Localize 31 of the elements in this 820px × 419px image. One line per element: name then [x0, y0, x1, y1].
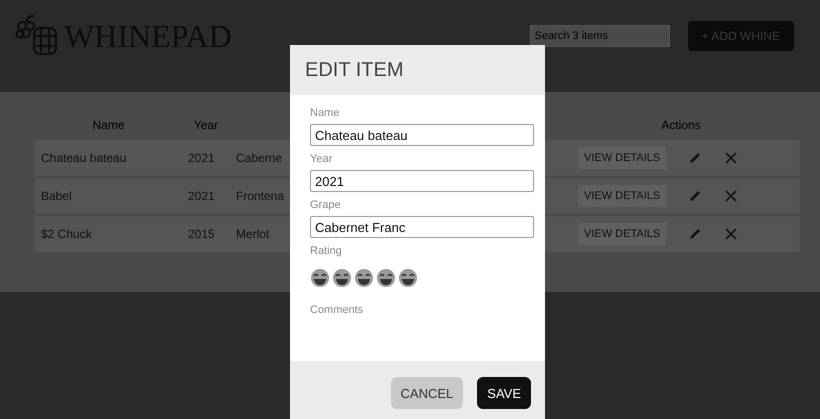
table-cell: 2021	[182, 140, 230, 176]
laughing-face-icon[interactable]	[398, 268, 418, 288]
table-cell: $2 Chuck	[35, 216, 182, 252]
laughing-face-icon[interactable]	[310, 268, 330, 288]
dialog-title: EDIT ITEM	[305, 58, 404, 82]
edit-pencil-icon[interactable]	[688, 227, 702, 241]
delete-x-icon[interactable]	[724, 227, 738, 241]
field-label: Comments	[310, 304, 364, 316]
table-cell: 2021	[182, 178, 230, 214]
input-field[interactable]: 2021	[310, 170, 534, 192]
search-field[interactable]: Search 3 items	[530, 25, 670, 47]
laughing-face-icon[interactable]	[376, 268, 396, 288]
input-field[interactable]: Cabernet Franc	[310, 216, 534, 238]
table-cell: Chateau bateau	[35, 140, 182, 176]
edit-pencil-icon[interactable]	[688, 151, 702, 165]
table-cell: Babel	[35, 178, 182, 214]
field-label: Year	[310, 153, 332, 165]
delete-x-icon[interactable]	[724, 151, 738, 165]
laughing-face-icon[interactable]	[354, 268, 374, 288]
field-label: Grape	[310, 199, 341, 211]
column-header: Actions	[661, 118, 701, 132]
field-label: Name	[310, 107, 340, 119]
laughing-face-icon[interactable]	[332, 268, 352, 288]
table-cell: 2015	[182, 216, 230, 252]
column-header: Name	[92, 118, 124, 132]
delete-x-icon[interactable]	[724, 189, 738, 203]
input-field[interactable]: Chateau bateau	[310, 124, 534, 146]
edit-pencil-icon[interactable]	[688, 189, 702, 203]
column-header: Year	[194, 118, 218, 132]
save-button[interactable]: SAVE	[477, 377, 531, 409]
cancel-button[interactable]: CANCEL	[390, 377, 464, 409]
